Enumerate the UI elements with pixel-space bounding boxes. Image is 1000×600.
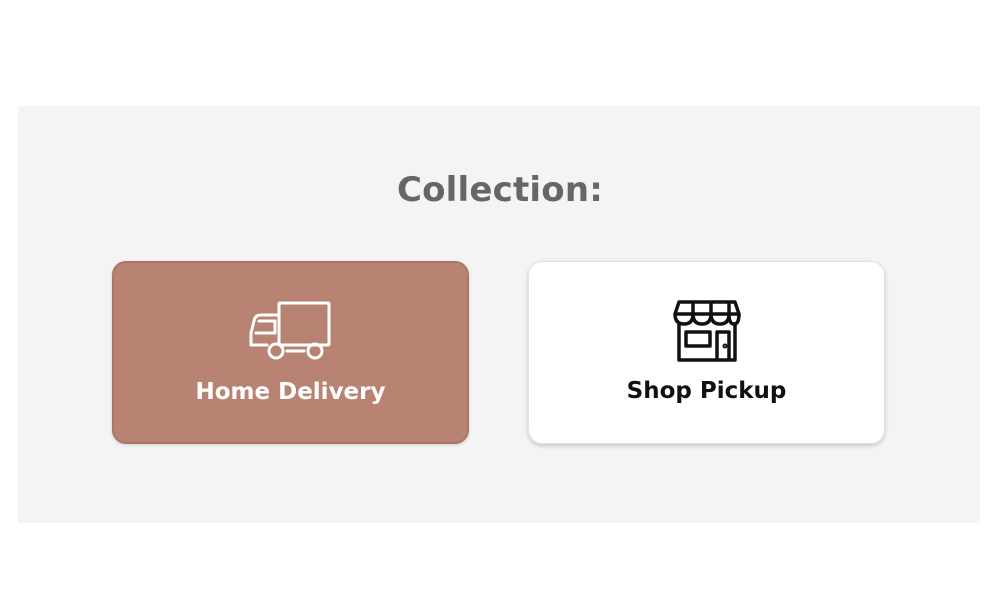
home-delivery-label: Home Delivery	[195, 379, 386, 405]
shop-icon	[662, 296, 752, 366]
truck-icon	[246, 297, 336, 367]
collection-title: Collection:	[396, 170, 604, 210]
home-delivery-option[interactable]: Home Delivery	[112, 261, 469, 444]
shop-pickup-option[interactable]: Shop Pickup	[528, 261, 885, 444]
shop-pickup-label: Shop Pickup	[626, 378, 787, 404]
